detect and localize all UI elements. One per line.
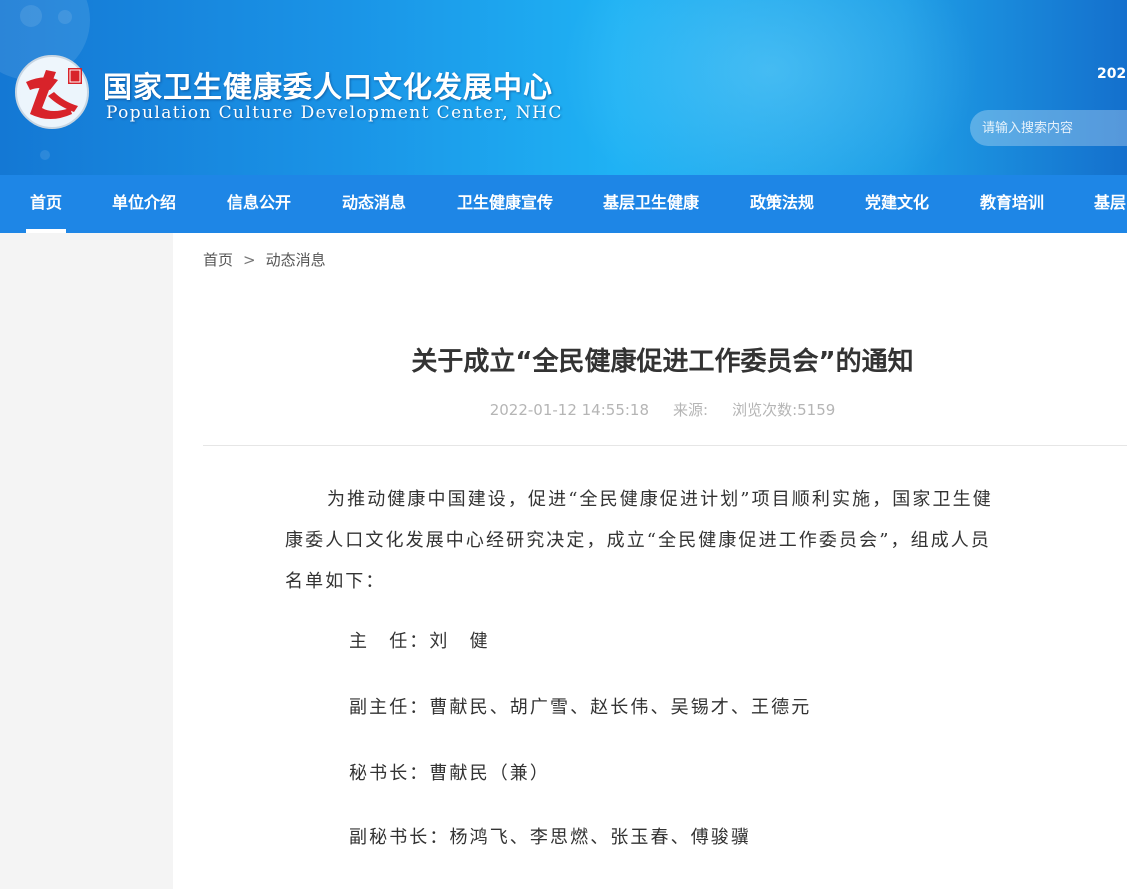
article-views-count: 5159 — [797, 401, 836, 419]
member-line-director: 主 任：刘 健 — [349, 631, 490, 652]
nav-item-home[interactable]: 首页 — [25, 175, 67, 233]
nav-item-education[interactable]: 教育培训 — [980, 175, 1044, 233]
breadcrumb-current-link[interactable]: 动态消息 — [266, 251, 326, 269]
article-container: 首页 > 动态消息 关于成立“全民健康促进工作委员会”的通知 2022-01-12 … — [173, 233, 1127, 889]
article-source-label: 来源: — [673, 401, 709, 419]
article-meta: 2022-01-12 14:55:18 来源: 浏览次数:5159 — [173, 399, 1127, 420]
breadcrumb-separator: > — [243, 251, 256, 269]
left-gutter — [0, 233, 173, 889]
nav-item-policy[interactable]: 政策法规 — [750, 175, 814, 233]
intro-line-3: 名单如下： — [285, 571, 386, 592]
nav-item-news[interactable]: 动态消息 — [342, 175, 406, 233]
intro-line-2: 康委人口文化发展中心经研究决定，成立“全民健康促进工作委员会”，组成人员 — [285, 530, 992, 551]
breadcrumb-home-link[interactable]: 首页 — [203, 251, 233, 269]
main-nav: 首页 单位介绍 信息公开 动态消息 卫生健康宣传 基层卫生健康 政策法规 党建文… — [0, 175, 1127, 233]
intro-line-1: 为推动健康中国建设，促进“全民健康促进计划”项目顺利实施，国家卫生健 — [327, 489, 993, 510]
site-title-en: Population Culture Development Center, N… — [106, 103, 563, 123]
title-divider — [203, 445, 1127, 446]
member-line-secretary-general: 秘书长：曹献民（兼） — [349, 763, 550, 784]
article-title: 关于成立“全民健康促进工作委员会”的通知 — [411, 347, 914, 377]
population-culture-logo-icon[interactable] — [12, 52, 92, 132]
header-date: 2025 — [1097, 66, 1127, 82]
nav-item-about[interactable]: 单位介绍 — [112, 175, 176, 233]
banner-decoration — [40, 150, 50, 160]
article-views: 浏览次数:5159 — [732, 401, 835, 419]
member-line-deputy-secretaries: 副秘书长：杨鸿飞、李思燃、张玉春、傅骏骥 — [349, 827, 751, 848]
banner-glow — [560, 0, 980, 175]
article-source: 来源: — [673, 401, 708, 419]
banner-decoration — [20, 5, 42, 27]
nav-item-primary-health[interactable]: 基层卫生健康 — [603, 175, 699, 233]
article-body: 为推动健康中国建设，促进“全民健康促进计划”项目顺利实施，国家卫生健 康委人口文… — [285, 479, 1055, 602]
site-title-cn: 国家卫生健康委人口文化发展中心 — [103, 70, 554, 104]
nav-item-party-culture[interactable]: 党建文化 — [865, 175, 929, 233]
nav-item-info-disclosure[interactable]: 信息公开 — [227, 175, 291, 233]
nav-item-more[interactable]: 基层 — [1094, 175, 1126, 233]
article-datetime: 2022-01-12 14:55:18 — [489, 401, 649, 419]
member-line-deputy-directors: 副主任：曹献民、胡广雪、赵长伟、吴锡才、王德元 — [349, 697, 812, 718]
article-views-label: 浏览次数: — [732, 401, 798, 419]
header-banner: 国家卫生健康委人口文化发展中心 Population Culture Devel… — [0, 0, 1127, 175]
breadcrumb: 首页 > 动态消息 — [203, 249, 326, 270]
banner-decoration — [58, 10, 72, 24]
search-input[interactable] — [970, 110, 1127, 146]
nav-item-health-promotion[interactable]: 卫生健康宣传 — [457, 175, 553, 233]
